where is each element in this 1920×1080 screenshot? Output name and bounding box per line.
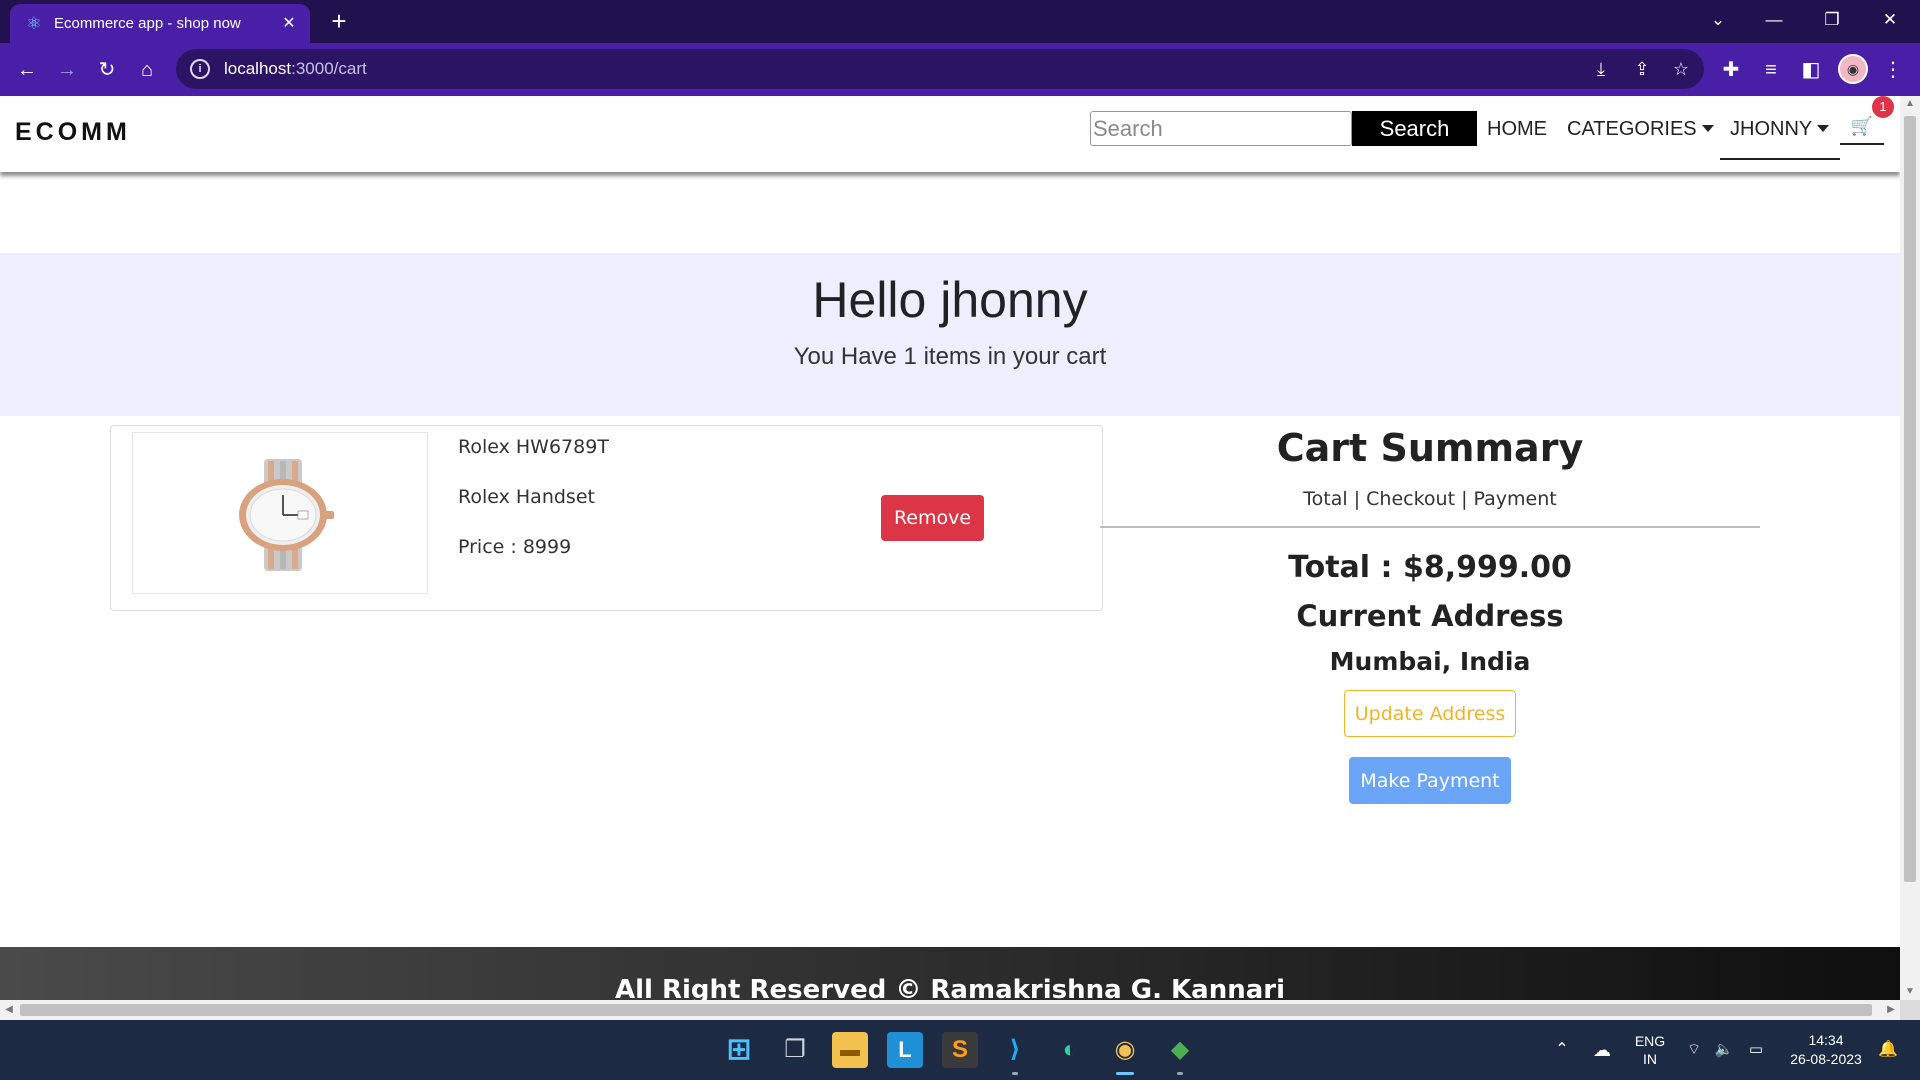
footer-text: All Right Reserved © Ramakrishna G. Kann… [615, 975, 1285, 1000]
nav-categories-dropdown[interactable]: CATEGORIES [1567, 118, 1714, 141]
url-path: :3000/cart [291, 59, 367, 78]
vertical-scroll-thumb[interactable] [1904, 116, 1916, 882]
page-viewport: ECOMM Search HOME CATEGORIES JHONNY 🛒 1 … [0, 96, 1900, 1000]
active-indicator [1116, 1072, 1134, 1075]
cart-count-badge: 1 [1872, 96, 1894, 118]
language-indicator[interactable]: ENG IN [1630, 1020, 1670, 1080]
chrome-icon[interactable]: ◉ [1107, 1032, 1143, 1068]
nav-user-underline [1720, 158, 1840, 160]
clock-time: 14:34 [1808, 1032, 1844, 1048]
cart-summary-subtitle: Total | Checkout | Payment [1303, 488, 1557, 510]
search-button[interactable]: Search [1352, 111, 1477, 146]
current-address: Mumbai, India [1329, 647, 1531, 676]
nav-home[interactable]: HOME [1487, 118, 1547, 141]
cart-item-card: Rolex HW6789T Rolex Handset Price : 8999… [110, 425, 1103, 611]
browser-tabstrip: ⚛ Ecommerce app - shop now ✕ + ⌄ — ❐ ✕ [0, 0, 1920, 43]
update-address-button[interactable]: Update Address [1344, 690, 1516, 737]
product-name: Rolex HW6789T [458, 436, 609, 458]
bookmark-star-icon[interactable]: ☆ [1666, 54, 1696, 84]
reload-icon[interactable]: ↻ [92, 55, 122, 85]
caret-down-icon [1817, 125, 1830, 132]
region-code: IN [1643, 1051, 1657, 1067]
vertical-scrollbar[interactable]: ▲ ▼ [1900, 96, 1920, 1000]
nav-home-label: HOME [1487, 118, 1547, 140]
cart-summary: Cart Summary Total | Checkout | Payment … [1100, 426, 1760, 804]
product-description: Rolex Handset [458, 486, 595, 508]
task-view-icon[interactable]: ❐ [777, 1032, 813, 1068]
product-image [132, 432, 428, 594]
greeting-title: Hello jhonny [812, 272, 1088, 328]
browser-toolbar: ← → ↻ ⌂ i localhost:3000/cart ⤓ ⇪ ☆ ✚ ≡ … [0, 43, 1920, 96]
home-icon[interactable]: ⌂ [132, 55, 162, 85]
site-navbar: ECOMM Search HOME CATEGORIES JHONNY 🛒 1 [0, 96, 1900, 172]
tray-overflow-icon[interactable]: ⌃ [1550, 1020, 1574, 1080]
media-control-icon[interactable]: ≡ [1756, 55, 1786, 85]
onedrive-cloud-icon[interactable]: ☁ [1588, 1020, 1616, 1080]
cart-summary-title: Cart Summary [1276, 426, 1584, 470]
scroll-left-icon[interactable]: ◀ [0, 1000, 18, 1020]
wristwatch-image [239, 459, 334, 571]
running-indicator [1177, 1072, 1183, 1075]
windows-taskbar: ⊞ ❐ ▬ L S ⟩ ◐ ◉ ◆ ⌃ ☁ ENG IN ⌔ 🔈 ▭ 14:34… [0, 1020, 1920, 1080]
cart-total: Total : $8,999.00 [1288, 550, 1572, 585]
running-indicator [1012, 1072, 1018, 1075]
address-heading: Current Address [1296, 599, 1564, 633]
volume-icon[interactable]: 🔈 [1714, 1020, 1734, 1080]
address-bar[interactable]: i localhost:3000/cart ⤓ ⇪ ☆ [176, 49, 1704, 89]
vscode-icon[interactable]: ⟩ [997, 1032, 1033, 1068]
back-icon[interactable]: ← [12, 55, 42, 85]
brand-logo[interactable]: ECOMM [15, 118, 131, 147]
horizontal-scrollbar[interactable]: ◀ ▶ [0, 1000, 1900, 1020]
share-icon[interactable]: ⇪ [1627, 54, 1657, 84]
site-footer: All Right Reserved © Ramakrishna G. Kann… [0, 947, 1900, 1000]
greeting-banner: Hello jhonny You Have 1 items in your ca… [0, 253, 1900, 416]
extensions-icon[interactable]: ✚ [1716, 55, 1746, 85]
install-icon[interactable]: ⤓ [1586, 54, 1616, 84]
scroll-right-icon[interactable]: ▶ [1882, 1000, 1900, 1020]
forward-icon[interactable]: → [52, 55, 82, 85]
side-panel-icon[interactable]: ◧ [1796, 55, 1826, 85]
tab-search-icon[interactable]: ⌄ [1690, 0, 1746, 40]
scroll-up-icon[interactable]: ▲ [1900, 96, 1920, 112]
mongodb-compass-icon[interactable]: ◆ [1162, 1032, 1198, 1068]
wifi-icon[interactable]: ⌔ [1684, 1020, 1704, 1080]
scroll-down-icon[interactable]: ▼ [1900, 984, 1920, 1000]
horizontal-scroll-thumb[interactable] [20, 1004, 1872, 1016]
notifications-icon[interactable]: 🔔 [1874, 1020, 1902, 1080]
windows-start-icon[interactable]: ⊞ [721, 1032, 757, 1068]
clock-date: 26-08-2023 [1790, 1051, 1862, 1067]
caret-down-icon [1701, 125, 1714, 132]
close-window-icon[interactable]: ✕ [1862, 0, 1918, 40]
file-explorer-icon[interactable]: ▬ [832, 1032, 868, 1068]
tab-close-icon[interactable]: ✕ [278, 13, 300, 35]
profile-avatar[interactable]: ◉ [1838, 54, 1868, 84]
url-host: localhost [224, 59, 292, 78]
remove-button[interactable]: Remove [881, 495, 984, 541]
nav-user-dropdown[interactable]: JHONNY [1730, 118, 1830, 141]
search-input[interactable] [1090, 111, 1352, 146]
edge-icon[interactable]: ◐ [1052, 1032, 1088, 1068]
tab-title: Ecommerce app - shop now [54, 15, 241, 32]
make-payment-button[interactable]: Make Payment [1349, 757, 1511, 804]
cart-icon[interactable]: 🛒 [1848, 114, 1876, 138]
greeting-subtitle: You Have 1 items in your cart [793, 343, 1107, 370]
l-app-icon[interactable]: L [887, 1032, 923, 1068]
browser-menu-icon[interactable]: ⋮ [1878, 55, 1908, 85]
product-price: Price : 8999 [458, 536, 572, 558]
language-code: ENG [1634, 1033, 1666, 1049]
scrollbar-corner [1900, 1000, 1920, 1020]
nav-user-label: JHONNY [1730, 118, 1813, 140]
clock[interactable]: 14:34 26-08-2023 [1782, 1020, 1870, 1080]
restore-icon[interactable]: ❐ [1804, 0, 1860, 40]
nav-categories-label: CATEGORIES [1567, 118, 1697, 140]
browser-tab[interactable]: ⚛ Ecommerce app - shop now ✕ [10, 4, 310, 43]
cart-underline [1840, 143, 1884, 145]
sublime-text-icon[interactable]: S [942, 1032, 978, 1068]
site-info-icon[interactable]: i [190, 59, 210, 79]
react-favicon-icon: ⚛ [26, 13, 42, 33]
new-tab-button[interactable]: + [325, 8, 353, 36]
minimize-icon[interactable]: — [1746, 0, 1802, 40]
summary-divider [1100, 526, 1760, 528]
battery-icon[interactable]: ▭ [1744, 1020, 1768, 1080]
